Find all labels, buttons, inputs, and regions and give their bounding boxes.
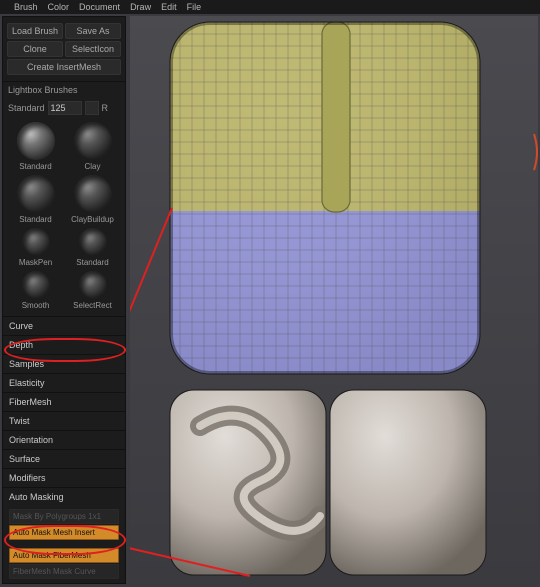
acc-orientation[interactable]: Orientation [3,430,125,449]
create-insertmesh-button[interactable]: Create InsertMesh [7,59,121,75]
menu-item[interactable]: Edit [161,2,177,12]
acc-curve[interactable]: Curve [3,316,125,335]
brush-panel: Load Brush Save As Clone SelectIcon Crea… [2,16,126,584]
acc-twist[interactable]: Twist [3,411,125,430]
automask-group: Mask By Polygroups 1x1 Auto Mask Mesh In… [3,506,125,584]
accordion: Curve Depth Samples Elasticity FiberMesh… [3,316,125,506]
brush-standard[interactable]: Standard [9,122,62,171]
acc-modifiers[interactable]: Modifiers [3,468,125,487]
acc-surface[interactable]: Surface [3,449,125,468]
brush-smooth[interactable]: Smooth [9,271,62,310]
menu-bar: Brush Color Document Draw Edit File [0,0,540,14]
auto-mask-mesh-insert[interactable]: Auto Mask Mesh Insert [9,525,119,540]
brush-maskpen[interactable]: MaskPen [9,228,62,267]
brush-standard2[interactable]: Standard [9,175,62,224]
r-label: R [102,103,109,113]
brush-grid: Standard Clay Standard ClayBuildup MaskP… [3,118,125,316]
lightbox-label: Lightbox Brushes [8,85,78,95]
save-as-button[interactable]: Save As [65,23,121,39]
mask-by-polygroups[interactable]: Mask By Polygroups 1x1 [9,509,119,524]
brush-selectrect[interactable]: SelectRect [66,271,119,310]
clone-button[interactable]: Clone [7,41,63,57]
brush-standard3[interactable]: Standard [66,228,119,267]
brush-size-input[interactable] [48,101,82,115]
brush-clay[interactable]: Clay [66,122,119,171]
load-brush-button[interactable]: Load Brush [7,23,63,39]
menu-item[interactable]: File [187,2,202,12]
acc-samples[interactable]: Samples [3,354,125,373]
menu-item[interactable]: Document [79,2,120,12]
mini-button[interactable] [85,101,99,115]
viewport[interactable] [130,16,538,584]
menu-item[interactable]: Brush [14,2,38,12]
fibermesh-mask-curve[interactable]: FiberMesh Mask Curve [9,564,119,579]
acc-elasticity[interactable]: Elasticity [3,373,125,392]
acc-fibermesh[interactable]: FiberMesh [3,392,125,411]
menu-item[interactable]: Color [48,2,70,12]
menu-item[interactable]: Draw [130,2,151,12]
preset-label: Standard [8,103,45,113]
select-icon-button[interactable]: SelectIcon [65,41,121,57]
acc-depth[interactable]: Depth [3,335,125,354]
brush-claybuildup[interactable]: ClayBuildup [66,175,119,224]
auto-mask-fibermesh[interactable]: Auto Mask FiberMesh [9,548,119,563]
acc-automasking[interactable]: Auto Masking [3,487,125,506]
